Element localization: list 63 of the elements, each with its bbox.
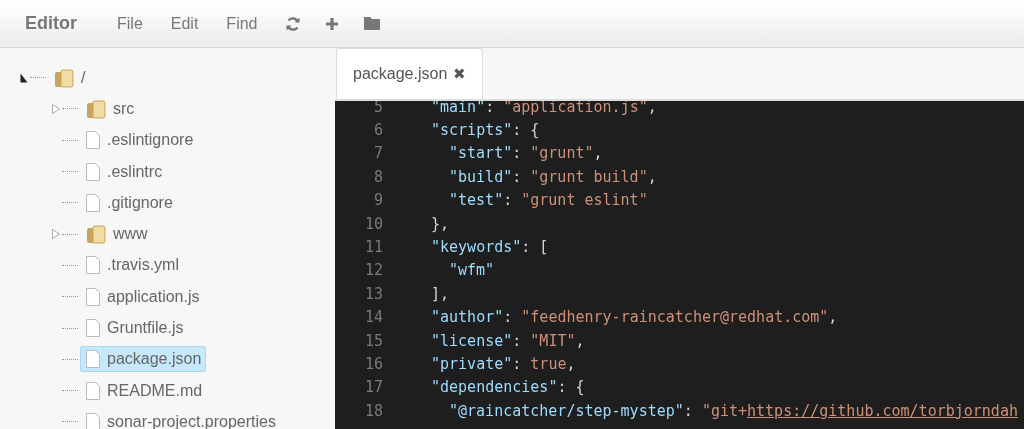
code-line: "main": "application.js",: [431, 101, 657, 116]
code-line: },: [431, 214, 450, 233]
file-icon: [85, 286, 101, 307]
tree-item[interactable]: .travis.yml: [80, 252, 184, 279]
tree-item[interactable]: src: [80, 95, 140, 122]
code-line: "start": "grunt",: [449, 144, 603, 163]
code-line: ],: [431, 284, 450, 303]
folder-icon: [85, 223, 107, 246]
line-number: 18: [363, 401, 384, 420]
file-icon: [85, 161, 101, 182]
menu-item[interactable]: Find: [226, 14, 258, 33]
line-number: 11: [363, 238, 384, 257]
tree-item[interactable]: Gruntfile.js: [80, 315, 189, 341]
file-icon: [85, 192, 101, 213]
line-number: 17: [363, 378, 384, 397]
line-number: 6: [372, 121, 384, 140]
code-line: "license": "MIT",: [431, 331, 585, 350]
plus-icon: [325, 16, 340, 31]
line-number: 15: [363, 331, 384, 350]
code-line: "test": "grunt eslint": [449, 191, 648, 210]
code-line: "@raincatcher/step-mystep": "git+https://github.com/torbjorndah: [449, 401, 1018, 420]
menu-item[interactable]: Edit: [170, 14, 199, 33]
line-number: 8: [372, 167, 384, 186]
file-icon: [85, 255, 101, 276]
file-icon: [85, 318, 101, 338]
tree-item[interactable]: .gitignore: [80, 189, 178, 216]
toolbar-button[interactable]: [285, 15, 302, 32]
tree-item[interactable]: .eslintrc: [80, 158, 168, 185]
line-number: 13: [363, 284, 384, 303]
code-line: "build": "grunt build",: [449, 167, 657, 186]
line-number: 14: [363, 308, 384, 327]
menu-item[interactable]: File: [117, 14, 143, 33]
refresh-icon: [285, 15, 302, 32]
file-icon: [85, 130, 101, 151]
tree-expander-icon[interactable]: [20, 72, 28, 83]
line-number: 10: [363, 214, 384, 233]
folder-icon: [53, 66, 75, 89]
file-icon: [85, 380, 101, 401]
editor-tab[interactable]: package.json ✖: [336, 48, 484, 99]
code-line: "dependencies": {: [431, 378, 585, 397]
line-number: 5: [372, 101, 384, 116]
app-title: Editor: [25, 13, 77, 34]
toolbar-button[interactable]: [363, 16, 382, 31]
code-line: "keywords": [: [431, 238, 549, 257]
file-icon: [85, 349, 101, 370]
folder-icon: [363, 16, 382, 31]
close-icon[interactable]: ✖: [453, 65, 467, 83]
line-number: 12: [363, 261, 384, 280]
tree-item[interactable]: /: [48, 64, 91, 91]
line-number: 7: [372, 144, 384, 163]
code-line: "wfm": [449, 261, 495, 280]
code-line: "scripts": {: [431, 121, 540, 140]
tree-item[interactable]: package.json: [80, 346, 207, 373]
tree-item[interactable]: www: [80, 221, 153, 248]
code-line: "private": true,: [431, 355, 576, 373]
tree-item[interactable]: application.js: [80, 283, 205, 310]
tree-item[interactable]: .eslintignore: [80, 127, 199, 154]
toolbar-button[interactable]: [325, 16, 340, 31]
line-number: 9: [372, 191, 384, 210]
line-number: 16: [363, 355, 384, 373]
folder-icon: [85, 97, 107, 120]
code-line: "author": "feedhenry-raincatcher@redhat.com",: [431, 308, 838, 327]
tree-item[interactable]: README.md: [80, 377, 208, 404]
